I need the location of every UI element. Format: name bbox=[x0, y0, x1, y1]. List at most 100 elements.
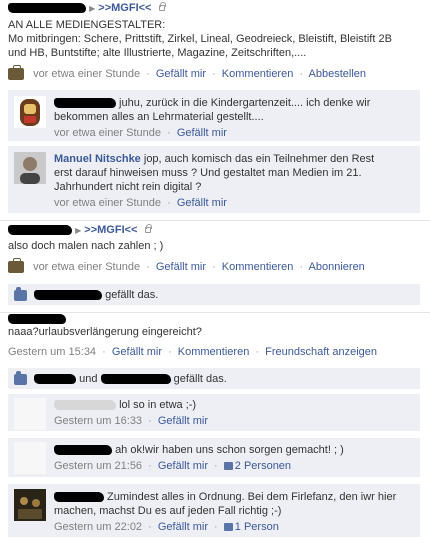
comment-body: Manuel Nitschke jop, auch komisch das ei… bbox=[54, 152, 418, 194]
comment-text: machen, machst Du es auf jeden Fall rich… bbox=[54, 505, 282, 517]
likes-text: gefällt das. bbox=[105, 289, 159, 301]
post2-header: ▶ >>MGFI<< bbox=[8, 224, 152, 236]
comment-text: bekommen alles an Lehrmaterial gestellt.… bbox=[54, 111, 264, 123]
comment-actions: vor etwa einer Stunde · Gefällt mir bbox=[54, 197, 227, 209]
timestamp: vor etwa einer Stunde bbox=[54, 197, 162, 209]
separator: · bbox=[212, 68, 216, 80]
thumbs-up-icon bbox=[223, 523, 233, 532]
separator: · bbox=[299, 68, 304, 80]
redacted-name bbox=[54, 445, 112, 456]
timestamp: Gestern um 22:02 bbox=[54, 521, 143, 533]
like-link[interactable]: Gefällt mir bbox=[177, 197, 227, 209]
comment-text: lol so in etwa ;-) bbox=[119, 399, 197, 411]
separator: · bbox=[102, 346, 106, 358]
lock-icon bbox=[158, 2, 166, 12]
separator: · bbox=[146, 68, 150, 80]
jukebox-avatar-icon bbox=[20, 99, 40, 126]
avatar[interactable] bbox=[14, 442, 46, 474]
comment-body: Zumindest alles in Ordnung. Bei dem Firl… bbox=[54, 490, 418, 518]
likes-and: und bbox=[79, 373, 98, 385]
separator: · bbox=[168, 346, 172, 358]
separator: · bbox=[212, 261, 216, 273]
separator: · bbox=[148, 460, 152, 472]
comment-text: Jahrhundert nicht rein digital ? bbox=[54, 181, 202, 193]
unsubscribe-link[interactable]: Abbestellen bbox=[309, 68, 367, 80]
comment-box: Zumindest alles in Ordnung. Bei dem Firl… bbox=[8, 484, 420, 538]
avatar[interactable] bbox=[14, 398, 46, 430]
comment-body: lol so in etwa ;-) bbox=[54, 398, 196, 412]
divider bbox=[0, 220, 430, 221]
comment-link[interactable]: Kommentieren bbox=[178, 346, 250, 358]
post2-text: also doch malen nach zahlen ; ) bbox=[8, 240, 164, 252]
timestamp: vor etwa einer Stunde bbox=[33, 261, 141, 273]
avatar[interactable] bbox=[14, 152, 46, 184]
comment-actions: Gestern um 21:56 · Gefällt mir · 2 Perso… bbox=[54, 460, 291, 472]
like-link[interactable]: Gefällt mir bbox=[158, 460, 208, 472]
redacted-name bbox=[8, 314, 66, 325]
likes-box: gefällt das. bbox=[8, 284, 420, 306]
group-link[interactable]: >>MGFI<< bbox=[98, 2, 151, 14]
thumbs-up-icon bbox=[223, 462, 233, 471]
separator: · bbox=[167, 197, 171, 209]
redacted-name bbox=[54, 98, 116, 109]
timestamp: vor etwa einer Stunde bbox=[54, 127, 162, 139]
timestamp: vor etwa einer Stunde bbox=[33, 68, 141, 80]
like-link[interactable]: Gefällt mir bbox=[158, 415, 208, 427]
like-link[interactable]: Gefällt mir bbox=[156, 261, 206, 273]
comment-link[interactable]: Kommentieren bbox=[222, 261, 294, 273]
redacted-name bbox=[100, 374, 171, 385]
like-link[interactable]: Gefällt mir bbox=[177, 127, 227, 139]
comment-link[interactable]: Kommentieren bbox=[222, 68, 294, 80]
briefcase-icon bbox=[8, 258, 24, 274]
comment-actions: vor etwa einer Stunde · Gefällt mir bbox=[54, 127, 227, 139]
post1-line: Mo mitbringen: Schere, Prittstift, Zirke… bbox=[8, 33, 392, 45]
timestamp: Gestern um 16:33 bbox=[54, 415, 143, 427]
redacted-name bbox=[54, 492, 104, 503]
arrow-icon: ▶ bbox=[89, 4, 96, 13]
group-link[interactable]: >>MGFI<< bbox=[84, 224, 137, 236]
like-link[interactable]: Gefällt mir bbox=[158, 521, 208, 533]
like-link[interactable]: Gefällt mir bbox=[112, 346, 162, 358]
comment-box: ah ok!wir haben uns schon sorgen gemacht… bbox=[8, 438, 420, 478]
like-count-link[interactable]: 2 Personen bbox=[235, 460, 291, 472]
separator: · bbox=[214, 460, 218, 472]
likes-summary: gefällt das. bbox=[14, 286, 159, 301]
comment-text: ah ok!wir haben uns schon sorgen gemacht… bbox=[115, 444, 344, 456]
subscribe-link[interactable]: Abonnieren bbox=[309, 261, 365, 273]
redacted-name bbox=[54, 400, 116, 411]
thumbs-up-icon bbox=[14, 370, 27, 385]
separator: · bbox=[148, 521, 152, 533]
show-friendship-link[interactable]: Freundschaft anzeigen bbox=[265, 346, 377, 358]
post3-text: naaa?urlaubsverlängerung eingereicht? bbox=[8, 326, 202, 338]
post1-text: AN ALLE MEDIENGESTALTER: Mo mitbringen: … bbox=[8, 18, 428, 60]
redacted-name bbox=[8, 3, 86, 14]
person-avatar-icon bbox=[20, 157, 40, 184]
timestamp: Gestern um 15:34 bbox=[8, 346, 97, 358]
separator: · bbox=[255, 346, 260, 358]
timestamp: Gestern um 21:56 bbox=[54, 460, 143, 472]
redacted-name bbox=[34, 290, 103, 301]
comment-body: juhu, zurück in die Kindergartenzeit....… bbox=[54, 96, 418, 124]
redacted-name bbox=[8, 225, 72, 236]
post1-line: AN ALLE MEDIENGESTALTER: bbox=[8, 19, 166, 31]
comment-box: Manuel Nitschke jop, auch komisch das ei… bbox=[8, 146, 420, 214]
like-count-link[interactable]: 1 Person bbox=[235, 521, 279, 533]
comment-text: juhu, zurück in die Kindergartenzeit....… bbox=[116, 97, 371, 109]
avatar[interactable] bbox=[14, 96, 46, 128]
post1-line: und HB, Buntstifte; alte Illustrierte, M… bbox=[8, 47, 307, 59]
post3-actions: Gestern um 15:34 · Gefällt mir · Komment… bbox=[8, 346, 377, 358]
avatar[interactable] bbox=[14, 489, 46, 521]
likes-box: und gefällt das. bbox=[8, 368, 420, 390]
comment-actions: Gestern um 16:33 · Gefällt mir bbox=[54, 415, 208, 427]
like-link[interactable]: Gefällt mir bbox=[156, 68, 206, 80]
comment-text: erst darauf hinweisen muss ? Und gestalt… bbox=[54, 167, 362, 179]
comment-body: ah ok!wir haben uns schon sorgen gemacht… bbox=[54, 443, 344, 457]
post3-author bbox=[8, 313, 66, 325]
separator: · bbox=[148, 415, 152, 427]
commenter-name[interactable]: Manuel Nitschke bbox=[54, 153, 141, 165]
comment-box: lol so in etwa ;-) Gestern um 16:33 · Ge… bbox=[8, 394, 420, 432]
comment-text: Zumindest alles in Ordnung. Bei dem Firl… bbox=[104, 491, 397, 503]
comment-text: jop, auch komisch das ein Teilnehmer den… bbox=[140, 153, 375, 165]
band-avatar-icon bbox=[14, 489, 46, 521]
briefcase-icon bbox=[8, 65, 24, 81]
